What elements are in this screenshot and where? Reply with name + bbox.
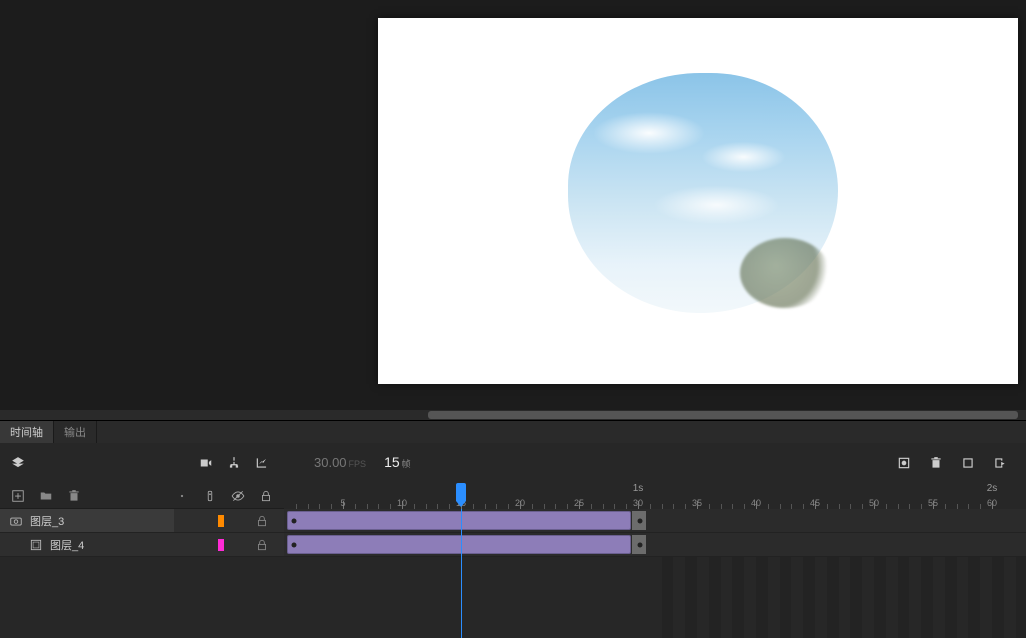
video-cam-icon[interactable] — [198, 455, 214, 471]
track-lane[interactable] — [284, 533, 1026, 557]
dot-icon[interactable] — [174, 488, 190, 504]
export-icon[interactable] — [992, 455, 1008, 471]
tab-output[interactable]: 输出 — [54, 421, 97, 443]
preview-artwork — [568, 73, 838, 313]
graph-icon[interactable] — [254, 455, 270, 471]
fps-display[interactable]: 30.00FPS — [314, 454, 366, 472]
layer-row[interactable]: 图层_3 — [0, 509, 1026, 533]
preview-canvas[interactable] — [378, 18, 1018, 384]
camera-icon — [8, 513, 24, 529]
tracks-area: 图层_3 图层_4 — [0, 509, 1026, 638]
add-layer-icon[interactable] — [10, 488, 26, 504]
panel-tabs: 时间轴 输出 — [0, 421, 1026, 443]
delete-icon[interactable] — [66, 488, 82, 504]
keyframe-dot[interactable] — [292, 542, 297, 547]
frame-display[interactable]: 15帧 — [384, 454, 411, 472]
folder-icon[interactable] — [38, 488, 54, 504]
layer-row[interactable]: 图层_4 — [0, 533, 1026, 557]
timeline-header: 510152025303540455055601s2s — [0, 483, 1026, 509]
slider-icon[interactable] — [202, 488, 218, 504]
hierarchy-icon[interactable] — [226, 455, 242, 471]
trash-icon[interactable] — [928, 455, 944, 471]
keyframe-dot[interactable] — [292, 518, 297, 523]
preview-h-scrollbar[interactable] — [0, 410, 1026, 420]
rect-icon[interactable] — [960, 455, 976, 471]
timeline-ruler[interactable]: 510152025303540455055601s2s — [284, 483, 1026, 509]
visibility-icon[interactable] — [230, 488, 246, 504]
lock-icon[interactable] — [254, 513, 270, 529]
layer-name: 图层_3 — [30, 513, 64, 529]
tab-timeline[interactable]: 时间轴 — [0, 421, 54, 443]
lock-header-icon[interactable] — [258, 488, 274, 504]
clip[interactable] — [287, 511, 631, 530]
layer-icon — [28, 537, 44, 553]
keyframe-dot[interactable] — [638, 542, 643, 547]
clip[interactable] — [287, 535, 631, 554]
layer-color-swatch[interactable] — [218, 515, 224, 527]
layers-icon[interactable] — [10, 455, 26, 471]
track-lane[interactable] — [284, 509, 1026, 533]
playhead[interactable] — [461, 509, 462, 638]
timeline-toolbar: 30.00FPS 15帧 — [0, 443, 1026, 483]
layer-name: 图层_4 — [50, 537, 84, 553]
preview-area — [0, 0, 1026, 420]
timeline-panel: 时间轴 输出 30.00FPS 15帧 — [0, 420, 1026, 638]
record-icon[interactable] — [896, 455, 912, 471]
layer-color-swatch[interactable] — [218, 539, 224, 551]
lock-icon[interactable] — [254, 537, 270, 553]
keyframe-dot[interactable] — [638, 518, 643, 523]
